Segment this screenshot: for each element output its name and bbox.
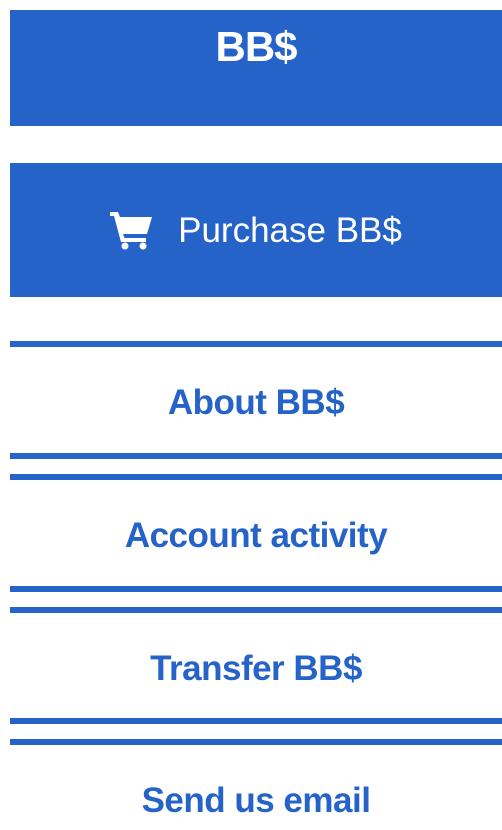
- shopping-cart-icon: [110, 212, 153, 250]
- divider: [10, 607, 502, 613]
- purchase-button-label: Purchase BB$: [178, 210, 402, 250]
- divider: [10, 453, 502, 459]
- menu-item-account-activity[interactable]: Account activity: [10, 505, 502, 565]
- app-header: BB$: [10, 10, 502, 126]
- divider: [10, 718, 502, 724]
- divider: [10, 341, 502, 347]
- menu-item-transfer[interactable]: Transfer BB$: [10, 638, 502, 698]
- purchase-button[interactable]: Purchase BB$: [10, 163, 502, 297]
- page-title: BB$: [215, 23, 297, 70]
- divider: [10, 586, 502, 592]
- purchase-button-content: Purchase BB$: [110, 210, 402, 250]
- divider: [10, 739, 502, 745]
- menu-item-about[interactable]: About BB$: [10, 372, 502, 432]
- divider: [10, 474, 502, 480]
- menu-item-send-email[interactable]: Send us email: [10, 770, 502, 830]
